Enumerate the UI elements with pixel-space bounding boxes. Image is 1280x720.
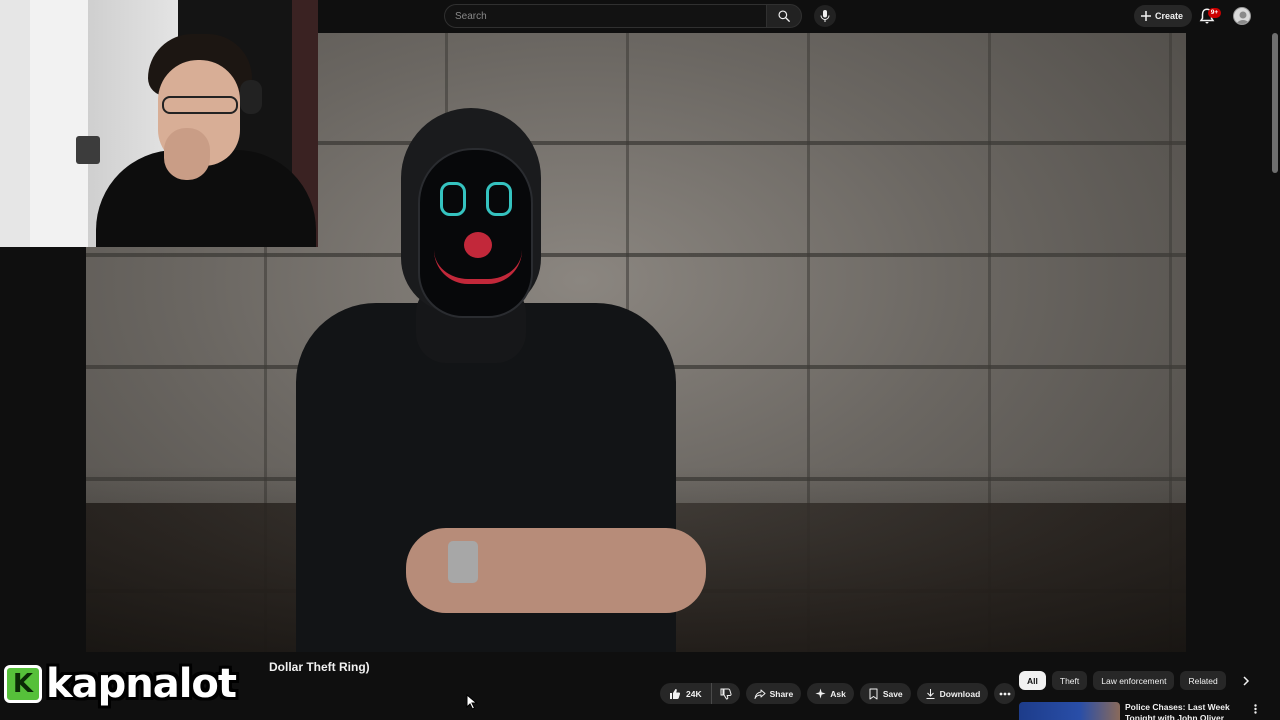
video-frame-watch — [448, 541, 478, 583]
chip-law-enforcement[interactable]: Law enforcement — [1093, 671, 1175, 690]
save-button[interactable]: Save — [859, 683, 911, 704]
download-icon — [926, 688, 935, 699]
video-title: Dollar Theft Ring) — [269, 660, 370, 674]
recommended-title[interactable]: Police Chases: Last Week Tonight with Jo… — [1125, 702, 1245, 720]
create-label: Create — [1155, 11, 1184, 21]
search-button[interactable] — [766, 4, 802, 28]
share-label: Share — [769, 688, 794, 699]
recommended-thumbnail[interactable] — [1019, 702, 1120, 720]
mask-eye-right — [486, 182, 512, 216]
ask-button[interactable]: Ask — [807, 683, 854, 704]
bookmark-icon — [869, 688, 878, 699]
webcam-overlay — [0, 0, 318, 247]
avatar[interactable] — [1233, 7, 1251, 25]
mask-mouth — [434, 250, 522, 284]
page-scrollbar[interactable] — [1272, 33, 1278, 173]
notification-badge: 9+ — [1208, 8, 1221, 18]
video-frame-led-mask — [418, 148, 533, 318]
webcam-door-hinge — [76, 136, 100, 164]
thumbs-down-icon — [720, 688, 732, 700]
channel-logo-text: kapnalot — [46, 661, 237, 707]
search-input[interactable] — [444, 4, 766, 28]
mouse-cursor-icon — [466, 694, 478, 710]
avatar-image — [1236, 11, 1250, 24]
share-icon — [754, 689, 766, 699]
like-button[interactable]: 24K — [660, 683, 712, 704]
sparkle-icon — [815, 688, 826, 699]
video-actions: 24K Share Ask Save Download — [660, 683, 1016, 704]
more-vertical-icon — [1253, 704, 1257, 714]
like-dislike-group: 24K — [660, 683, 740, 704]
voice-search-button[interactable] — [814, 5, 836, 27]
microphone-icon — [820, 10, 830, 22]
related-chips: All Theft Law enforcement Related — [1019, 671, 1226, 690]
chip-all[interactable]: All — [1019, 671, 1046, 690]
webcam-hand — [164, 128, 210, 180]
webcam-headset — [240, 80, 262, 114]
like-count: 24K — [686, 688, 702, 699]
create-button[interactable]: Create — [1134, 5, 1193, 27]
webcam-glasses — [162, 96, 238, 114]
search-bar — [444, 4, 802, 28]
chip-related[interactable]: Related — [1180, 671, 1226, 690]
mask-eye-left — [440, 182, 466, 216]
channel-logo-badge: K — [4, 665, 42, 703]
search-icon — [778, 10, 790, 22]
share-button[interactable]: Share — [745, 683, 802, 704]
dislike-button[interactable] — [712, 683, 740, 704]
save-label: Save — [882, 688, 903, 699]
thumbs-up-icon — [670, 688, 681, 699]
chevron-right-icon — [1243, 676, 1250, 686]
chips-next-button[interactable] — [1237, 672, 1255, 690]
plus-icon — [1141, 11, 1151, 21]
more-horizontal-icon — [999, 692, 1011, 695]
download-button[interactable]: Download — [916, 683, 989, 704]
more-actions-button[interactable] — [994, 683, 1016, 704]
channel-logo: K kapnalot — [4, 656, 266, 712]
chip-theft[interactable]: Theft — [1051, 671, 1088, 690]
download-label: Download — [939, 688, 981, 699]
recommended-menu-button[interactable] — [1250, 702, 1260, 716]
ask-label: Ask — [830, 688, 846, 699]
